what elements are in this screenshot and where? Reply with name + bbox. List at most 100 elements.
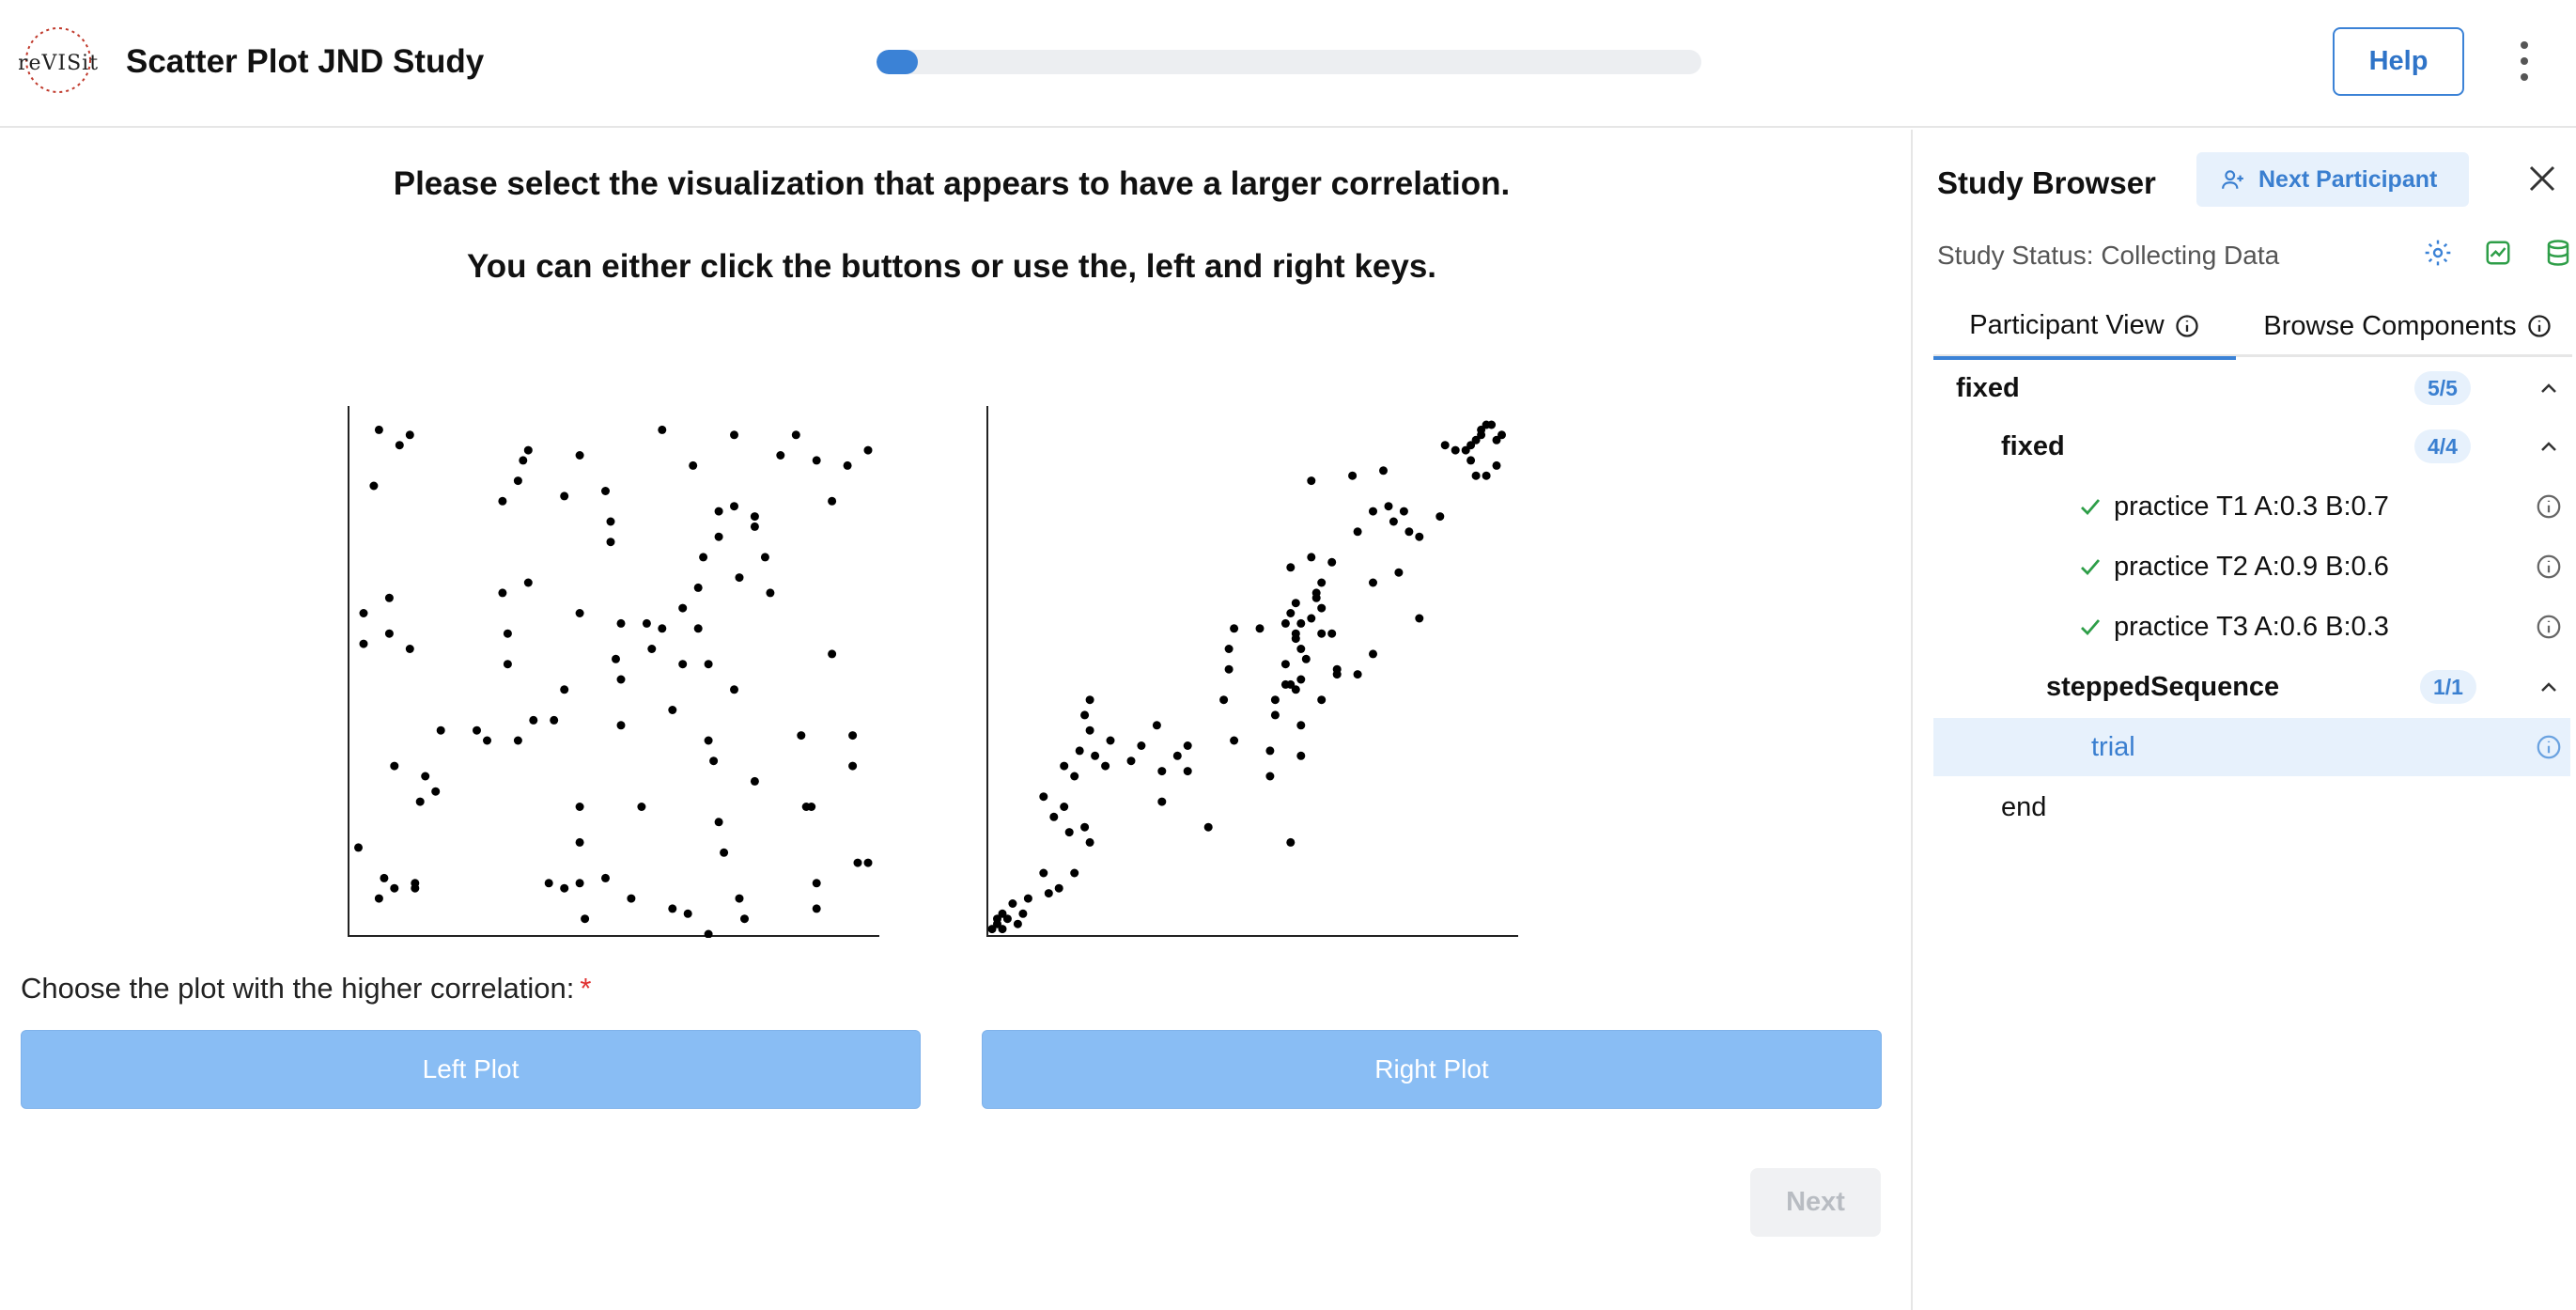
tree-node-label: fixed [2001,430,2065,461]
left-plot-data-point [374,894,383,903]
right-plot-data-point [1466,456,1476,465]
right-plot-data-point [1203,822,1213,832]
left-plot-data-point [689,460,698,470]
info-icon[interactable] [2535,553,2563,581]
right-plot-data-point [1317,578,1327,587]
left-plot-data-point [575,451,584,460]
right-plot-button[interactable]: Right Plot [982,1030,1882,1109]
right-plot-data-point [1291,685,1300,694]
tree-node-end[interactable]: end [1933,778,2570,836]
left-plot-data-point [390,761,399,771]
next-participant-label: Next Participant [2258,165,2438,193]
left-plot-data-point [606,538,615,547]
left-plot-data-point [693,583,703,592]
right-plot-data-point [1152,721,1161,730]
right-plot-data-point [1311,588,1321,598]
right-plot-data-point [1054,883,1063,893]
next-participant-button[interactable]: Next Participant [2196,152,2469,207]
right-plot-data-point [1435,512,1445,522]
help-button[interactable]: Help [2333,27,2464,96]
left-plot-data-point [668,904,677,913]
right-plot-data-point [1070,868,1079,878]
progress-badge: 1/1 [2420,670,2476,704]
right-plot-data-point [1080,710,1090,720]
study-status-text: Study Status: Collecting Data [1937,241,2280,270]
left-plot-data-point [812,904,821,913]
left-plot-data-point [359,639,368,648]
more-menu-icon[interactable] [2510,38,2538,85]
left-plot-data-point [473,725,481,735]
study-progress-bar [877,50,1701,74]
right-plot-data-point [1106,736,1115,745]
right-plot-data-point [1369,578,1377,587]
left-plot-data-point [791,430,800,440]
left-plot-button[interactable]: Left Plot [21,1030,921,1109]
tree-node-trial[interactable]: trial [1933,718,2570,776]
right-plot-data-point [1353,670,1362,679]
left-plot-data-point [750,776,759,786]
info-icon[interactable] [2535,733,2563,761]
tab-participant-view-label: Participant View [1969,310,2165,340]
left-plot-data-point [853,858,862,867]
left-plot-data-point [544,879,553,888]
info-icon[interactable] [2535,613,2563,641]
svg-text:reVISit: reVISit [19,52,98,75]
tree-node-label: fixed [1956,372,2020,403]
right-plot-data-point [1286,837,1296,847]
right-plot-data-point [1060,761,1069,771]
left-plot-data-point [483,736,491,745]
info-icon[interactable] [2535,492,2563,521]
settings-icon[interactable] [2420,235,2456,271]
left-plot-data-point [384,629,394,638]
left-plot-data-point [848,761,858,771]
left-plot-data-point [704,736,713,745]
tree-node-stepped-sequence[interactable]: steppedSequence 1/1 [1933,658,2570,716]
left-plot-data-point [709,756,719,766]
chevron-up-icon[interactable] [2535,673,2563,701]
tree-node-fixed-root[interactable]: fixed 5/5 [1933,359,2570,417]
left-plot-data-point [863,858,873,867]
tree-node-fixed-child[interactable]: fixed 4/4 [1933,417,2570,476]
left-plot-data-point [812,456,821,465]
left-scatter-plot[interactable] [348,406,879,938]
tree-node-practice-t1[interactable]: practice T1 A:0.3 B:0.7 [1933,477,2570,536]
left-plot-data-point [828,496,837,506]
right-plot-data-point [1482,471,1491,480]
right-plot-data-point [1265,772,1275,781]
right-plot-data-point [1091,751,1100,760]
tab-participant-view[interactable]: Participant View [1933,295,2236,360]
left-plot-data-point [354,843,363,852]
close-icon[interactable] [2523,160,2561,197]
add-user-icon [2222,170,2243,189]
database-icon[interactable] [2540,235,2576,271]
right-plot-data-point [1317,603,1327,613]
progress-badge: 5/5 [2414,371,2471,405]
left-plot-data-point [668,706,677,714]
chevron-up-icon[interactable] [2535,432,2563,460]
tree-node-practice-t2[interactable]: practice T2 A:0.9 B:0.6 [1933,538,2570,596]
left-plot-data-point [812,879,821,888]
left-plot-data-point [699,553,708,562]
right-plot-data-point [1307,614,1316,623]
right-plot-data-point [1353,527,1362,537]
tree-node-practice-t3[interactable]: practice T3 A:0.6 B:0.3 [1933,598,2570,656]
right-plot-data-point [1137,741,1146,750]
analytics-chart-icon[interactable] [2480,235,2516,271]
tab-browse-components[interactable]: Browse Components [2243,295,2572,357]
left-plot-data-point [714,532,723,541]
right-plot-data-point [1415,614,1424,623]
info-icon [2176,314,2198,337]
left-plot-data-point [776,451,785,460]
chevron-up-icon[interactable] [2535,374,2563,402]
left-plot-data-point [606,517,615,526]
left-plot-data-point [581,914,590,924]
left-plot-data-point [498,496,507,506]
right-plot-data-point [1327,629,1337,638]
right-plot-data-point [1317,695,1327,705]
left-plot-data-point [560,685,569,694]
right-plot-data-point [1255,624,1265,633]
next-button[interactable]: Next [1750,1168,1881,1237]
left-plot-data-point [740,914,749,924]
right-plot-data-point [1291,599,1300,608]
right-scatter-plot[interactable] [986,406,1518,938]
